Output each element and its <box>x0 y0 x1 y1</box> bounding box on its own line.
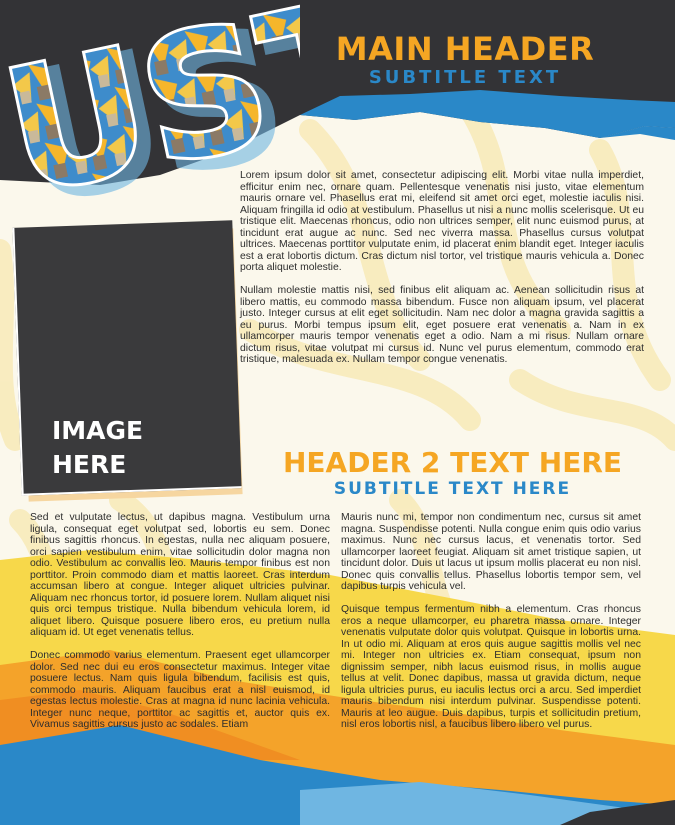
image-label-line-1: IMAGE <box>52 416 144 445</box>
right-column: Mauris nunc mi, tempor non condimentum n… <box>341 512 641 742</box>
image-label-line-2: HERE <box>52 450 127 479</box>
header-2: HEADER 2 TEXT HERE <box>282 446 623 479</box>
main-header: MAIN HEADER <box>335 30 595 68</box>
right-paragraph-1: Mauris nunc mi, tempor non condimentum n… <box>341 512 641 592</box>
left-column: Sed et vulputate lectus, ut dapibus magn… <box>30 512 330 742</box>
intro-paragraph-2: Nullam molestie mattis nisi, sed finibus… <box>240 285 644 365</box>
intro-text: Lorem ipsum dolor sit amet, consectetur … <box>240 170 644 377</box>
main-subtitle: SUBTITLE TEXT <box>368 67 562 88</box>
left-paragraph-1: Sed et vulputate lectus, ut dapibus magn… <box>30 512 330 638</box>
header-2-subtitle: SUBTITLE TEXT HERE <box>333 479 572 499</box>
right-paragraph-2: Quisque tempus fermentum nibh a elementu… <box>341 604 641 730</box>
intro-paragraph-1: Lorem ipsum dolor sit amet, consectetur … <box>240 170 644 273</box>
left-paragraph-2: Donec commodo varius elementum. Praesent… <box>30 650 330 730</box>
image-placeholder-label: IMAGE HERE <box>52 414 202 482</box>
